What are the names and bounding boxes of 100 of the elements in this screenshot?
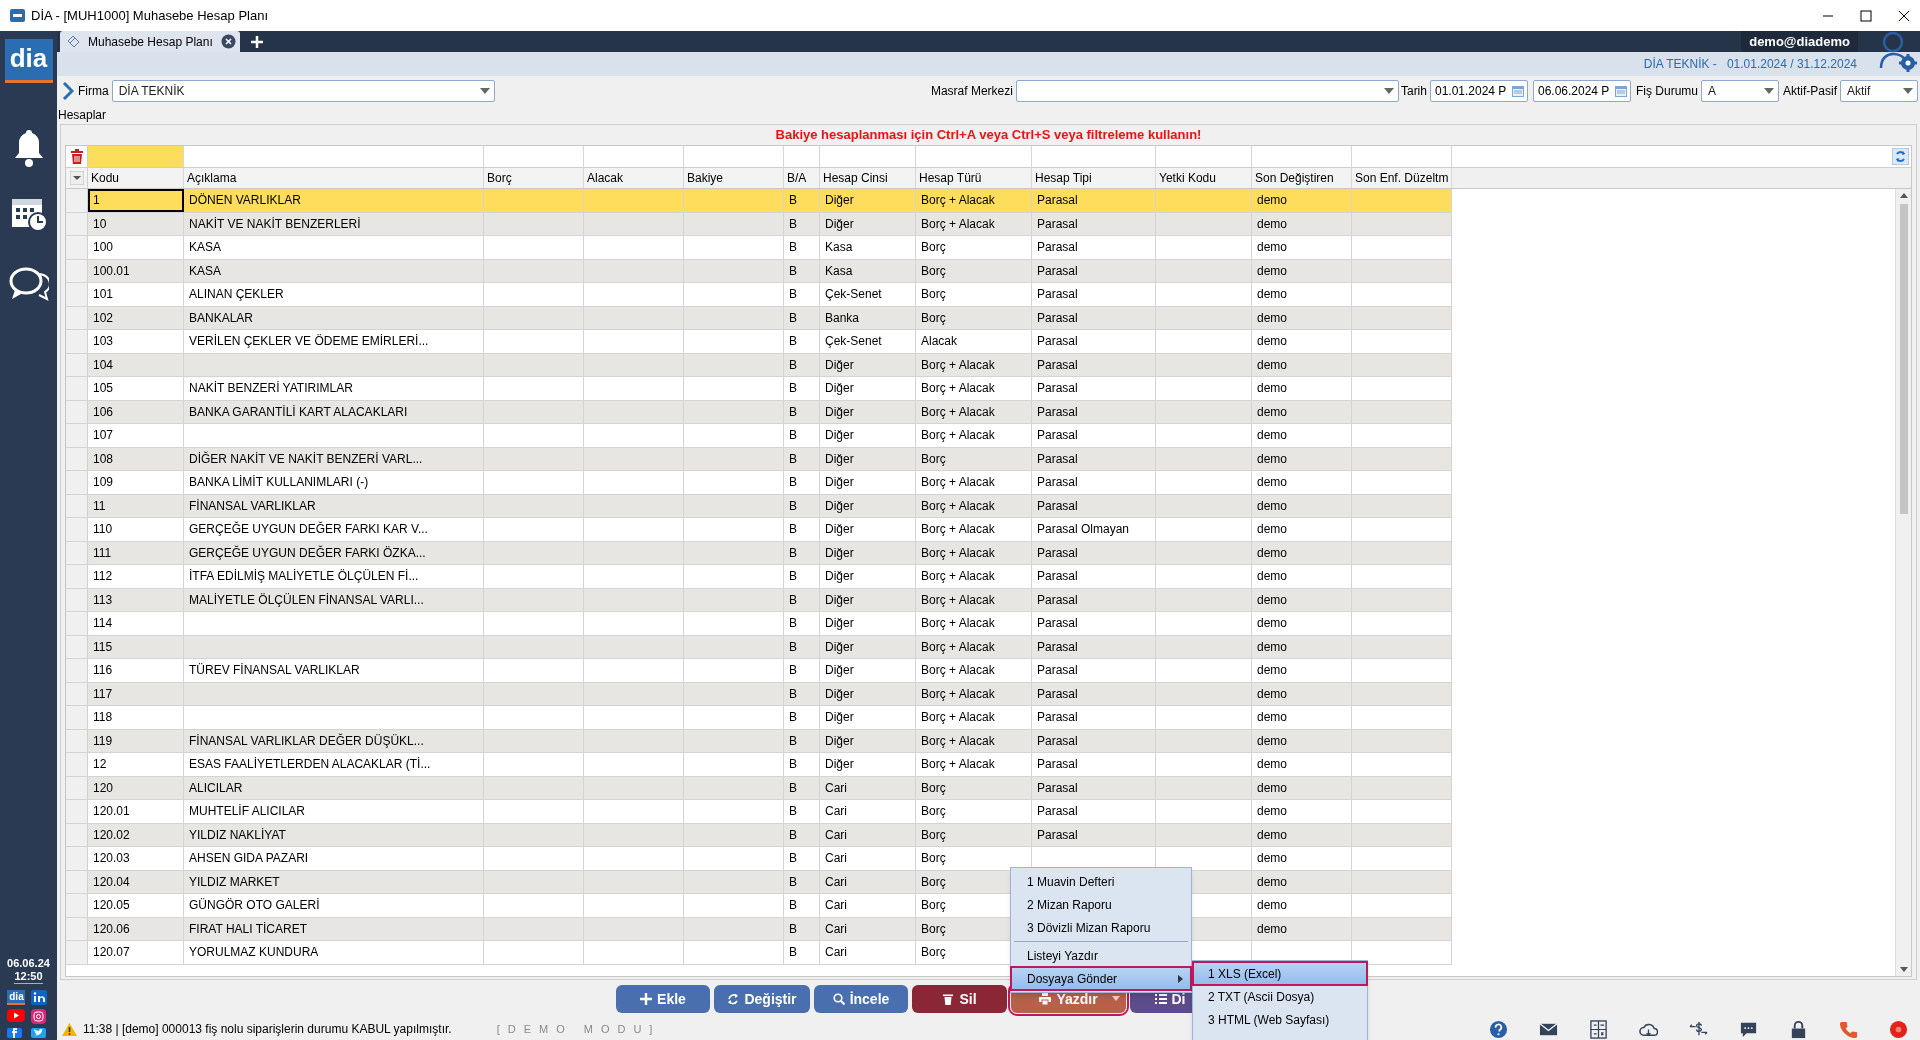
table-cell: demo xyxy=(1252,753,1352,776)
table-cell: demo xyxy=(1252,330,1352,353)
table-cell: Borç + Alacak xyxy=(916,189,1032,212)
table-cell: TÜREV FİNANSAL VARLIKLAR xyxy=(184,659,484,682)
table-cell: Borç + Alacak xyxy=(916,729,1032,752)
table-row[interactable]: 10 NAKİT VE NAKİT BENZERLERİ B Diğer Borç + Alacak Parasal demo xyxy=(66,212,1452,236)
table-cell: 102 xyxy=(88,306,184,329)
firma-dropdown[interactable]: DİA TEKNİK xyxy=(111,80,495,102)
table-cell: demo xyxy=(1252,847,1352,870)
date-from-field[interactable]: 01.01.2024 P xyxy=(1429,80,1528,102)
column-header[interactable]: Son Değiştiren xyxy=(1252,168,1352,188)
table-cell: B xyxy=(784,870,820,893)
column-header[interactable]: Bakiye xyxy=(684,168,784,188)
logo-link[interactable]: dia xyxy=(7,990,26,1005)
table-cell: 120.01 xyxy=(88,800,184,823)
table-row[interactable]: 109 BANKA LİMİT KULLANIMLARI (-) B Diğer Borç + Alacak Parasal demo xyxy=(66,471,1452,495)
table-row[interactable]: 115 B Diğer Borç + Alacak Parasal demo xyxy=(66,635,1452,659)
table-row[interactable]: 103 VERİLEN ÇEKLER VE ÖDEME EMİRLERİ... B Çek-Senet Alacak Parasal demo xyxy=(66,330,1452,354)
action-button[interactable]: Ekle xyxy=(616,985,710,1013)
date-to-field[interactable]: 06.06.2024 P xyxy=(1532,80,1631,102)
table-cell: Borç xyxy=(916,823,1032,846)
table-cell: B xyxy=(784,471,820,494)
column-header[interactable]: Alacak xyxy=(584,168,684,188)
table-cell: GÜNGÖR OTO GALERİ xyxy=(184,894,484,917)
table-cell: Kasa xyxy=(820,236,916,259)
table-cell: Cari xyxy=(820,800,916,823)
column-header[interactable]: Hesap Tipi xyxy=(1032,168,1156,188)
table-row[interactable]: 102 BANKALAR B Banka Borç Parasal demo xyxy=(66,306,1452,330)
table-cell: 100.01 xyxy=(88,259,184,282)
table-cell: Parasal xyxy=(1032,800,1156,823)
table-row[interactable]: 112 İTFA EDİLMİŞ MALİYETLE ÖLÇÜLEN Fİ... B Diğer Borç + Alacak Parasal demo xyxy=(66,565,1452,589)
table-cell: Diğer xyxy=(820,588,916,611)
table-row[interactable]: 118 B Diğer Borç + Alacak Parasal demo xyxy=(66,706,1452,730)
table-row[interactable]: 105 NAKİT BENZERİ YATIRIMLAR B Diğer Borç + Alacak Parasal demo xyxy=(66,377,1452,401)
table-row[interactable]: 120 ALICILAR B Cari Borç Parasal demo xyxy=(66,776,1452,800)
table-row[interactable]: 120.03 AHSEN GIDA PAZARI B Cari Borç demo xyxy=(66,847,1452,871)
table-row[interactable]: 116 TÜREV FİNANSAL VARLIKLAR B Diğer Borç + Alacak Parasal demo xyxy=(66,659,1452,683)
table-row[interactable]: 101 ALINAN ÇEKLER B Çek-Senet Borç Parasal demo xyxy=(66,283,1452,307)
table-row[interactable]: 108 DİĞER NAKİT VE NAKİT BENZERİ VARL... B Diğer Borç Parasal demo xyxy=(66,447,1452,471)
table-cell: 120.07 xyxy=(88,941,184,964)
table-cell: Cari xyxy=(820,870,916,893)
table-cell: 105 xyxy=(88,377,184,400)
aktif-pasif-dropdown[interactable]: Aktif xyxy=(1840,80,1918,102)
table-cell: B xyxy=(784,212,820,235)
table-cell: Borç + Alacak xyxy=(916,212,1032,235)
tarih-label: Tarih xyxy=(1400,83,1427,100)
column-header[interactable]: Kodu xyxy=(88,168,184,188)
table-cell: Çek-Senet xyxy=(820,283,916,306)
table-cell: GERÇEĞE UYGUN DEĞER FARKI ÖZKA... xyxy=(184,541,484,564)
table-cell: DÖNEN VARLIKLAR xyxy=(184,189,484,212)
column-header[interactable]: Borç xyxy=(484,168,584,188)
table-row[interactable]: 113 MALİYETLE ÖLÇÜLEN FİNANSAL VARLI... B Diğer Borç + Alacak Parasal demo xyxy=(66,588,1452,612)
table-cell: Borç xyxy=(916,259,1032,282)
table-row[interactable]: 117 B Diğer Borç + Alacak Parasal demo xyxy=(66,682,1452,706)
table-cell: Parasal xyxy=(1032,400,1156,423)
table-cell: 120.06 xyxy=(88,917,184,940)
table-cell: Diğer xyxy=(820,377,916,400)
table-cell: Cari xyxy=(820,917,916,940)
action-button[interactable]: Sil xyxy=(912,985,1007,1013)
menu-item[interactable]: 1 XLS (Excel) xyxy=(1193,962,1367,985)
fis-durumu-label: Fiş Durumu xyxy=(1635,83,1698,100)
table-cell: B xyxy=(784,753,820,776)
table-cell: Parasal xyxy=(1032,823,1156,846)
table-cell: 120.02 xyxy=(88,823,184,846)
action-button[interactable]: Değiştir xyxy=(714,985,810,1013)
column-header[interactable]: Yetki Kodu xyxy=(1156,168,1252,188)
fis-durumu-dropdown[interactable]: A xyxy=(1701,80,1779,102)
column-header[interactable]: Hesap Türü xyxy=(916,168,1032,188)
table-row[interactable]: 12 ESAS FAALİYETLERDEN ALACAKLAR (Tİ... B Diğer Borç + Alacak Parasal demo xyxy=(66,753,1452,777)
table-row[interactable]: 119 FİNANSAL VARLIKLAR DEĞER DÜŞÜKL... B Diğer Borç + Alacak Parasal demo xyxy=(66,729,1452,753)
table-cell: Diğer xyxy=(820,706,916,729)
table-row[interactable]: 11 FİNANSAL VARLIKLAR B Diğer Borç + Alacak Parasal demo xyxy=(66,494,1452,518)
table-row[interactable]: 104 B Diğer Borç + Alacak Parasal demo xyxy=(66,353,1452,377)
column-header[interactable]: Hesap Cinsi xyxy=(820,168,916,188)
table-row[interactable]: 100.01 KASA B Kasa Borç Parasal demo xyxy=(66,259,1452,283)
table-row[interactable]: 111 GERÇEĞE UYGUN DEĞER FARKI ÖZKA... B Diğer Borç + Alacak Parasal demo xyxy=(66,541,1452,565)
table-cell: B xyxy=(784,776,820,799)
table-row[interactable]: 1 DÖNEN VARLIKLAR B Diğer Borç + Alacak Parasal demo xyxy=(66,189,1452,213)
table-row[interactable]: 120.02 YILDIZ NAKLİYAT B Cari Borç Parasal demo xyxy=(66,823,1452,847)
table-cell: 109 xyxy=(88,471,184,494)
table-cell: B xyxy=(784,706,820,729)
table-row[interactable]: 110 GERÇEĞE UYGUN DEĞER FARKI KAR V... B Diğer Borç + Alacak Parasal Olmayan demo xyxy=(66,518,1452,542)
table-cell: Parasal xyxy=(1032,565,1156,588)
table-cell: demo xyxy=(1252,800,1352,823)
column-header[interactable]: Açıklama xyxy=(184,168,484,188)
table-cell: B xyxy=(784,353,820,376)
logo[interactable]: dia xyxy=(4,39,53,83)
table-row[interactable]: 100 KASA B Kasa Borç Parasal demo xyxy=(66,236,1452,260)
table-cell: demo xyxy=(1252,823,1352,846)
menu-item[interactable]: Dosyaya Gönder xyxy=(1011,967,1191,990)
action-button[interactable]: İncele xyxy=(814,985,908,1013)
table-cell: FİNANSAL VARLIKLAR xyxy=(184,494,484,517)
column-header[interactable]: B/A xyxy=(784,168,820,188)
demo-mode-label: [DEMO MODU] xyxy=(496,1021,661,1037)
table-row[interactable]: 106 BANKA GARANTİLİ KART ALACAKLARI B Diğer Borç + Alacak Parasal demo xyxy=(66,400,1452,424)
table-row[interactable]: 114 B Diğer Borç + Alacak Parasal demo xyxy=(66,612,1452,636)
tab[interactable]: Muhasebe Hesap Planı xyxy=(60,31,240,52)
table-row[interactable]: 120.01 MUHTELİF ALICILAR B Cari Borç Parasal demo xyxy=(66,800,1452,824)
table-cell: demo xyxy=(1252,447,1352,470)
table-row[interactable]: 107 B Diğer Borç + Alacak Parasal demo xyxy=(66,424,1452,448)
